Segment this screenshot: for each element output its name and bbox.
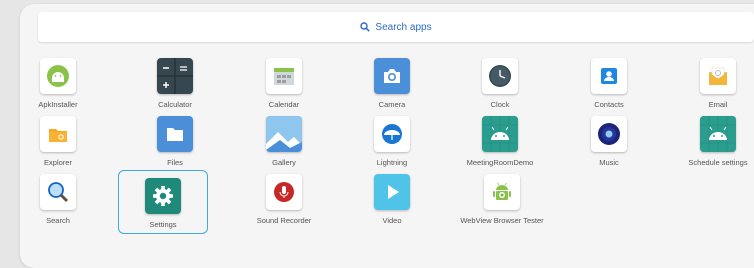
search-apps-label: Search apps [375,21,432,33]
app-schedule-settings[interactable]: Schedule settings [672,108,754,172]
app-calendar[interactable]: Calendar [238,50,330,114]
app-gallery[interactable]: Gallery [238,108,330,172]
app-label: Schedule settings [688,158,748,167]
android-app-icon [700,116,736,152]
calendar-icon [266,58,302,94]
app-label: Files [167,158,183,167]
android-app-icon [482,116,518,152]
magnifier-icon [40,174,76,210]
app-settings[interactable]: Settings [118,170,208,234]
app-clock[interactable]: Clock [454,50,546,114]
camera-icon [374,58,410,94]
folder-icon [157,116,193,152]
app-search[interactable]: Search [12,166,104,230]
email-icon [700,58,736,94]
clock-icon [482,58,518,94]
microphone-icon [266,174,302,210]
app-label: WebView Browser Tester [460,216,544,225]
app-label: Search [46,216,70,225]
gallery-icon [266,116,302,152]
app-explorer[interactable]: Explorer [12,108,104,172]
music-speaker-icon [591,116,627,152]
app-lightning[interactable]: Lightning [346,108,438,172]
app-label: Sound Recorder [256,216,312,225]
calculator-icon [157,58,193,94]
app-sound-recorder[interactable]: Sound Recorder [238,166,330,230]
search-icon [360,22,371,32]
folder-explorer-icon [40,116,76,152]
play-icon [374,174,410,210]
app-label: Music [599,158,619,167]
app-contacts[interactable]: Contacts [563,50,655,114]
android-app-icon [484,174,520,210]
app-music[interactable]: Music [563,108,655,172]
app-video[interactable]: Video [346,166,438,230]
app-apkinstaller[interactable]: ApkInstaller [12,50,104,114]
app-meetingroomdemo[interactable]: MeetingRoomDemo [454,108,546,172]
app-email[interactable]: Email [672,50,754,114]
app-label: Video [382,216,402,225]
android-installer-icon [40,58,76,94]
app-label: Settings [149,220,177,229]
gear-icon [145,178,181,214]
app-camera[interactable]: Camera [346,50,438,114]
app-drawer: Search apps ApkInstaller Calculator Cale… [20,4,754,268]
contacts-icon [591,58,627,94]
app-files[interactable]: Files [129,108,221,172]
app-webview-browser-tester[interactable]: WebView Browser Tester [454,166,550,230]
app-calculator[interactable]: Calculator [129,50,221,114]
lightning-browser-icon [374,116,410,152]
search-apps-bar[interactable]: Search apps [38,12,754,42]
